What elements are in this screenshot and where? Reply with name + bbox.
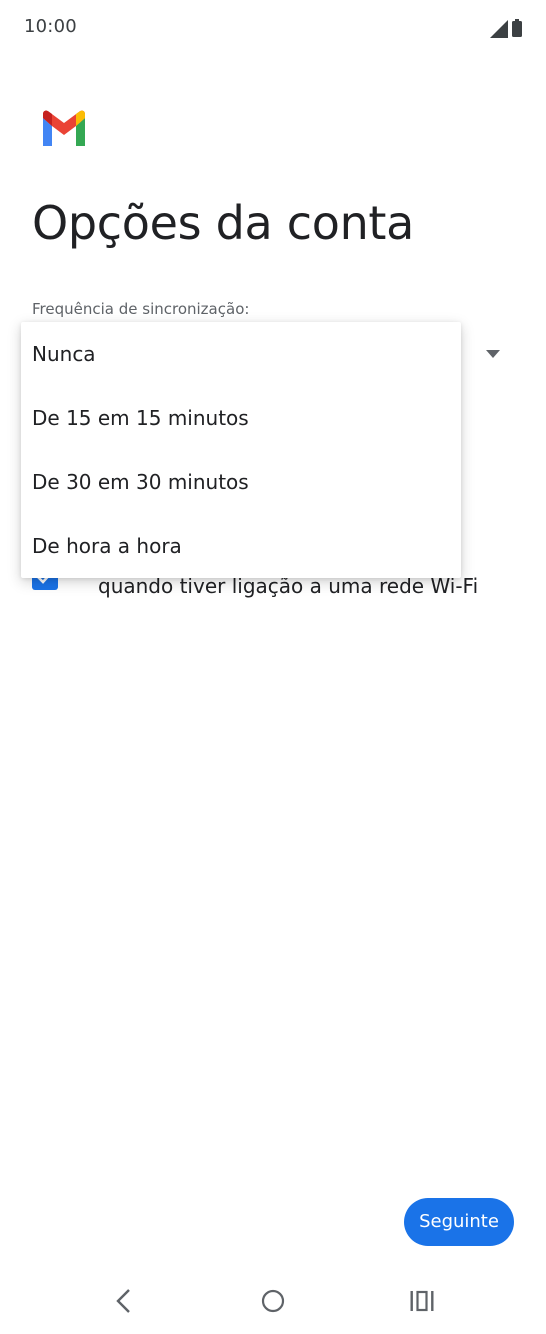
menu-item-15-minutes[interactable]: De 15 em 15 minutos: [21, 386, 461, 450]
status-icons: [484, 18, 524, 38]
menu-item-30-minutes[interactable]: De 30 em 30 minutos: [21, 450, 461, 514]
recents-icon[interactable]: [409, 1288, 435, 1314]
navigation-bar: [0, 1270, 546, 1334]
dropdown-arrow-icon[interactable]: [486, 350, 500, 358]
sync-frequency-label: Frequência de sincronização:: [32, 300, 250, 318]
next-button[interactable]: Seguinte: [404, 1198, 514, 1246]
signal-icon: [490, 20, 508, 38]
home-icon[interactable]: [261, 1288, 285, 1314]
menu-item-hourly[interactable]: De hora a hora: [21, 514, 461, 578]
sync-frequency-menu: Nunca De 15 em 15 minutos De 30 em 30 mi…: [21, 322, 461, 578]
back-icon[interactable]: [114, 1288, 134, 1314]
status-bar: 10:00: [0, 0, 546, 56]
gmail-logo-icon: [43, 110, 85, 146]
menu-item-never[interactable]: Nunca: [21, 322, 461, 386]
battery-icon: [512, 19, 522, 37]
status-time: 10:00: [24, 16, 77, 37]
page-title: Opções da conta: [32, 196, 415, 250]
